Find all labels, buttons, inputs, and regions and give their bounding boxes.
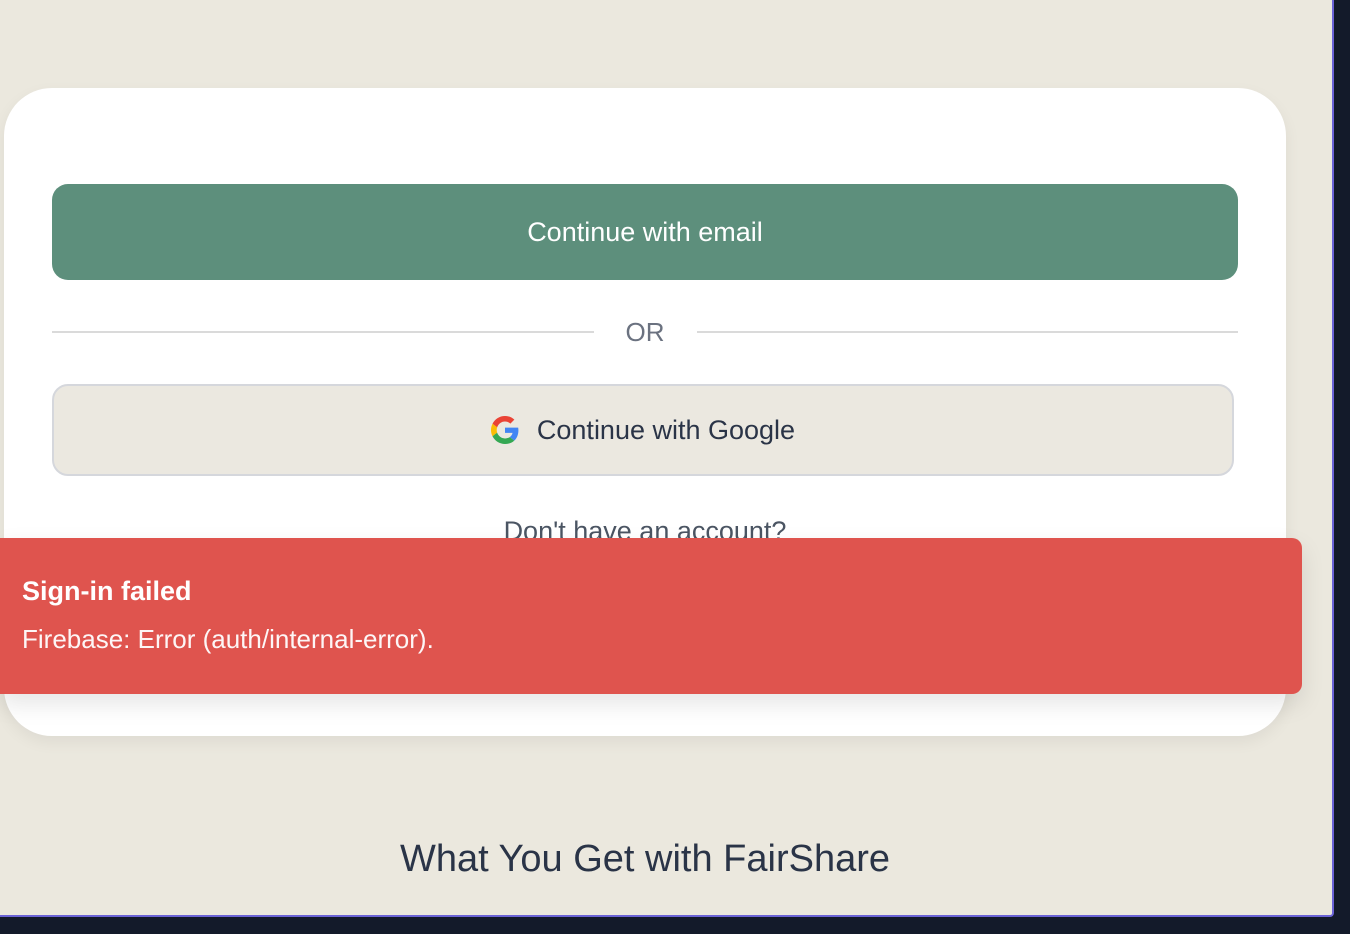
error-toast[interactable]: Sign-in failed Firebase: Error (auth/int…: [0, 538, 1302, 694]
google-button-label: Continue with Google: [536, 414, 796, 445]
page-viewport: Continue with email OR Continue with Goo…: [0, 0, 1334, 917]
features-heading: What You Get with FairShare: [399, 838, 891, 880]
divider-label: OR: [625, 316, 665, 347]
toast-message: Firebase: Error (auth/internal-error).: [22, 624, 434, 654]
divider-line-right: [696, 331, 1238, 333]
continue-with-google-button[interactable]: Continue with Google: [52, 384, 1234, 476]
google-logo-icon: [490, 416, 519, 444]
toast-title: Sign-in failed: [22, 576, 192, 606]
or-divider: OR: [52, 316, 1238, 348]
continue-with-email-button[interactable]: Continue with email: [52, 184, 1238, 280]
divider-line-left: [52, 331, 594, 333]
